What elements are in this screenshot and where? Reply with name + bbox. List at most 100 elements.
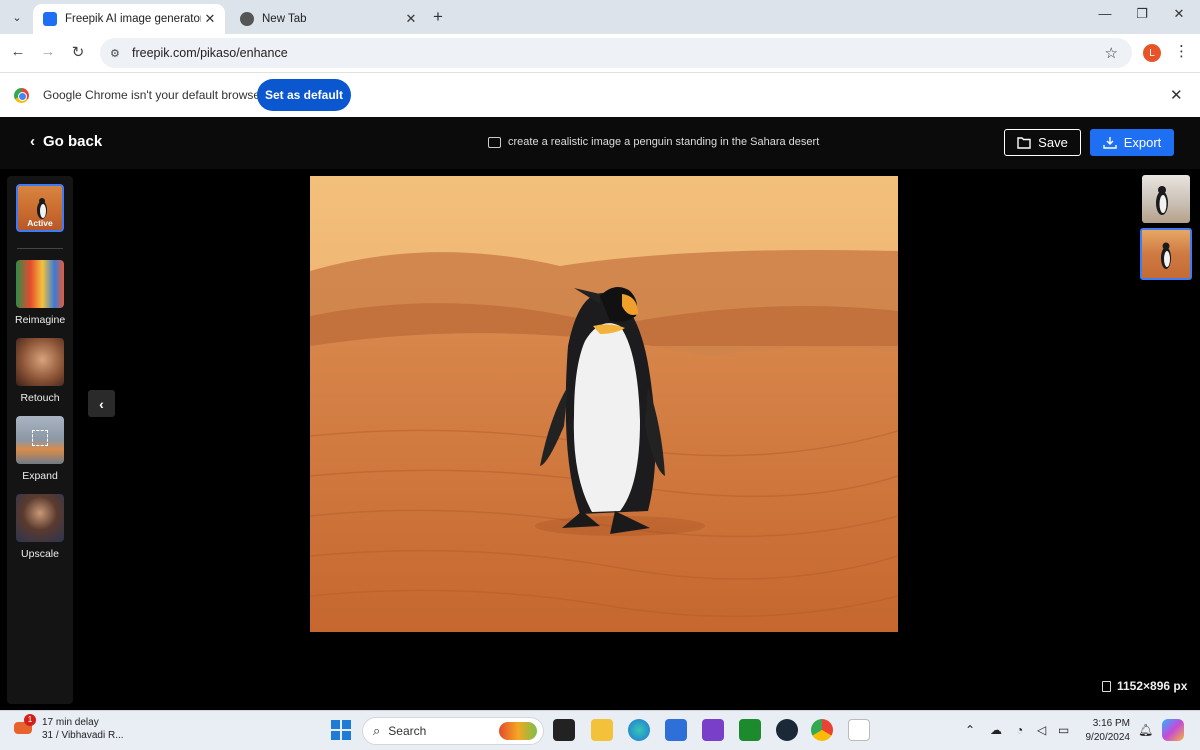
image-dimensions: 1152×896 px bbox=[1102, 679, 1187, 693]
url-text[interactable]: freepik.com/pikaso/enhance bbox=[132, 46, 288, 60]
edge-browser-icon[interactable] bbox=[628, 719, 650, 741]
history-thumbnail-2-selected[interactable] bbox=[1140, 228, 1192, 280]
expand-frame-icon bbox=[32, 430, 48, 446]
upscale-thumbnail bbox=[16, 494, 64, 542]
tool-active[interactable]: Active bbox=[15, 184, 65, 238]
notification-bell-icon[interactable]: 🔔︎ bbox=[1138, 723, 1153, 737]
set-as-default-button[interactable]: Set as default bbox=[257, 79, 351, 111]
steam-icon[interactable] bbox=[776, 719, 798, 741]
tool-retouch[interactable]: Retouch bbox=[15, 338, 65, 404]
previous-image-button[interactable]: ‹ bbox=[88, 390, 115, 417]
default-browser-infobar: Google Chrome isn't your default browser… bbox=[0, 72, 1200, 117]
battery-icon[interactable]: ▭ bbox=[1058, 723, 1069, 737]
export-label: Export bbox=[1123, 135, 1162, 150]
reimagine-thumbnail bbox=[16, 260, 64, 308]
alert-badge: 1 bbox=[24, 714, 36, 726]
windows-taskbar: 1 17 min delay 31 / Vibhavadi R... ⌕ Sea… bbox=[0, 710, 1200, 750]
tab-close-icon[interactable]: ✕ bbox=[402, 11, 420, 27]
penguin-desert-image bbox=[310, 176, 898, 632]
go-back-label: Go back bbox=[43, 133, 103, 150]
reimagine-label: Reimagine bbox=[15, 314, 66, 326]
chrome-favicon-icon bbox=[240, 12, 254, 26]
tab-title: New Tab bbox=[262, 13, 307, 25]
retouch-thumbnail bbox=[16, 338, 64, 386]
chrome-taskbar-icon[interactable] bbox=[811, 719, 833, 741]
download-icon bbox=[1103, 137, 1117, 149]
tab-search-icon[interactable]: ⌄ bbox=[6, 6, 28, 28]
onedrive-icon[interactable]: ☁ bbox=[990, 723, 1002, 737]
reload-icon[interactable]: ↻ bbox=[68, 43, 88, 61]
active-label: Active bbox=[27, 218, 53, 228]
search-icon: ⌕ bbox=[373, 723, 381, 738]
penguin-thumb-icon bbox=[1156, 186, 1168, 215]
menu-kebab-icon[interactable]: ⋮ bbox=[1174, 42, 1189, 60]
tab-freepik[interactable]: Freepik AI image generator - Fr ✕ bbox=[33, 4, 225, 34]
windows-start-icon[interactable] bbox=[330, 719, 352, 741]
search-highlight-icon bbox=[499, 722, 537, 740]
site-info-icon[interactable]: ⚙ bbox=[110, 47, 128, 60]
expand-label: Expand bbox=[22, 470, 58, 482]
active-thumbnail: Active bbox=[16, 184, 64, 232]
freepik-favicon-icon bbox=[43, 12, 57, 26]
traffic-line-2: 31 / Vibhavadi R... bbox=[42, 730, 124, 741]
image-history bbox=[1140, 175, 1192, 285]
prompt-display: create a realistic image a penguin stand… bbox=[488, 136, 819, 148]
tab-new-tab[interactable]: New Tab ✕ bbox=[230, 4, 426, 34]
expand-thumbnail bbox=[16, 416, 64, 464]
snipping-tool-icon[interactable] bbox=[848, 719, 870, 741]
traffic-widget[interactable]: 1 17 min delay 31 / Vibhavadi R... bbox=[14, 714, 124, 742]
back-arrow-icon[interactable]: ← bbox=[8, 43, 28, 60]
save-label: Save bbox=[1038, 135, 1068, 150]
clock-time: 3:16 PM bbox=[1092, 718, 1130, 729]
penguin-thumb-icon bbox=[1161, 242, 1171, 269]
clock-date: 9/20/2024 bbox=[1085, 732, 1131, 743]
save-folder-icon bbox=[1017, 137, 1031, 149]
forward-arrow-icon[interactable]: → bbox=[38, 43, 58, 60]
search-placeholder: Search bbox=[388, 724, 427, 738]
browser-tab-bar: ⌄ Freepik AI image generator - Fr ✕ New … bbox=[0, 0, 1200, 34]
app-icon[interactable] bbox=[702, 719, 724, 741]
tool-expand[interactable]: Expand bbox=[15, 416, 65, 482]
task-view-icon[interactable] bbox=[553, 719, 575, 741]
xbox-icon[interactable] bbox=[739, 719, 761, 741]
address-bar-row: ← → ↻ ⚙ freepik.com/pikaso/enhance ☆ L ⋮ bbox=[0, 34, 1200, 72]
new-tab-plus-icon[interactable]: + bbox=[433, 7, 443, 27]
profile-avatar[interactable]: L bbox=[1143, 44, 1161, 62]
export-button[interactable]: Export bbox=[1090, 129, 1174, 156]
tool-divider bbox=[17, 248, 63, 249]
copilot-icon[interactable] bbox=[1162, 719, 1184, 741]
go-back-button[interactable]: ‹ Go back bbox=[30, 133, 102, 150]
omnibox[interactable]: ⚙ freepik.com/pikaso/enhance ☆ bbox=[100, 38, 1132, 68]
editor-canvas-area: Active Reimagine Retouch Expand Upscale … bbox=[0, 169, 1200, 710]
tool-sidebar: Active Reimagine Retouch Expand Upscale bbox=[7, 176, 73, 704]
bookmark-star-icon[interactable]: ☆ bbox=[1105, 44, 1118, 62]
chrome-logo-icon bbox=[14, 88, 29, 103]
retouch-label: Retouch bbox=[20, 392, 60, 404]
generated-image bbox=[310, 176, 898, 632]
tab-title: Freepik AI image generator - Fr bbox=[65, 13, 201, 25]
upscale-label: Upscale bbox=[21, 548, 59, 560]
tool-reimagine[interactable]: Reimagine bbox=[15, 260, 65, 326]
prompt-icon bbox=[488, 136, 501, 148]
microsoft-store-icon[interactable] bbox=[665, 719, 687, 741]
restore-icon[interactable]: ❐ bbox=[1127, 6, 1157, 22]
prompt-text: create a realistic image a penguin stand… bbox=[508, 136, 820, 148]
tray-overflow-icon[interactable]: ⌃ bbox=[965, 723, 975, 737]
document-icon bbox=[1102, 680, 1111, 692]
file-explorer-icon[interactable] bbox=[591, 719, 613, 741]
tool-upscale[interactable]: Upscale bbox=[15, 494, 65, 560]
history-thumbnail-1[interactable] bbox=[1142, 175, 1190, 223]
save-button[interactable]: Save bbox=[1004, 129, 1081, 156]
tab-close-icon[interactable]: ✕ bbox=[201, 11, 219, 27]
volume-icon[interactable]: ◁ bbox=[1037, 723, 1046, 737]
minimize-icon[interactable]: — bbox=[1090, 6, 1120, 21]
traffic-line-1: 17 min delay bbox=[42, 717, 99, 728]
dimensions-text: 1152×896 px bbox=[1117, 679, 1188, 693]
chevron-left-icon: ‹ bbox=[30, 133, 35, 150]
infobar-message: Google Chrome isn't your default browser bbox=[43, 88, 265, 102]
wifi-icon[interactable]: ◔ bbox=[1016, 723, 1023, 737]
taskbar-search[interactable]: ⌕ Search bbox=[362, 717, 544, 745]
infobar-close-icon[interactable]: ✕ bbox=[1170, 86, 1183, 104]
close-window-icon[interactable]: ✕ bbox=[1164, 6, 1194, 22]
system-clock[interactable]: 3:16 PM 9/20/2024 bbox=[1080, 717, 1131, 745]
